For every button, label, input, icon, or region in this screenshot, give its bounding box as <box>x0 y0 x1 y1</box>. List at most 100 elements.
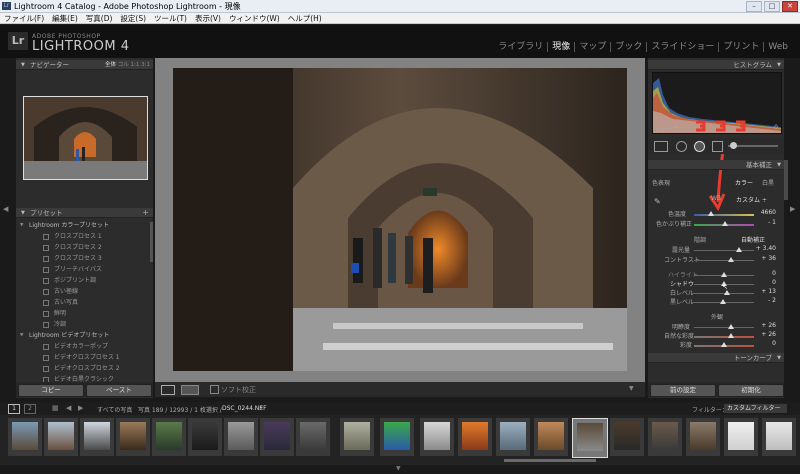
main-photo[interactable] <box>173 68 627 371</box>
filmstrip-cell[interactable] <box>116 418 150 456</box>
red-eye-icon[interactable] <box>694 141 705 152</box>
crop-icon[interactable] <box>654 141 668 152</box>
basic-header[interactable]: 基本補正 ▼ <box>648 160 784 170</box>
filmstrip-cell[interactable] <box>44 418 78 456</box>
filmstrip-cell[interactable] <box>80 418 114 456</box>
clarity-knob[interactable] <box>728 324 734 329</box>
temp-slider[interactable] <box>694 214 754 216</box>
preset-folder[interactable]: Lightroom ビデオプリセット <box>16 330 150 341</box>
paste-button[interactable]: ペースト <box>86 384 152 397</box>
histogram-header[interactable]: ヒストグラム ▼ <box>648 60 784 70</box>
filmstrip-cell[interactable] <box>8 418 42 456</box>
module-print[interactable]: プリント <box>719 42 765 52</box>
preset-item[interactable]: クロスプロセス 3 <box>16 253 150 264</box>
preset-item[interactable]: クロスプロセス 1 <box>16 231 150 242</box>
page-1-button[interactable]: 1 <box>8 404 20 414</box>
left-panel-toggle-icon[interactable]: ◀ <box>3 205 8 213</box>
close-icon[interactable]: ✕ <box>782 1 798 12</box>
treatment-bw[interactable]: 白黒 <box>762 178 774 187</box>
minimize-icon[interactable]: – <box>746 1 762 12</box>
tone-curve-header[interactable]: トーンカーブ ▼ <box>648 353 784 363</box>
filmstrip-cell[interactable] <box>762 418 796 456</box>
temp-knob[interactable] <box>708 211 714 216</box>
before-after-icon[interactable] <box>181 385 199 395</box>
saturation-value[interactable]: 0 <box>754 340 776 347</box>
filmstrip-cell-selected[interactable] <box>572 418 608 458</box>
preset-item[interactable]: クロスプロセス 2 <box>16 242 150 253</box>
preset-item[interactable]: ビデオカラーポップ <box>16 341 150 352</box>
zoom-fit[interactable]: 全体 <box>105 62 116 68</box>
page-2-button[interactable]: 2 <box>24 404 36 414</box>
filmstrip-source[interactable]: すべての写真 <box>97 405 132 414</box>
contrast-knob[interactable] <box>728 257 734 262</box>
filmstrip-cell[interactable] <box>648 418 682 456</box>
filmstrip-cell[interactable] <box>188 418 222 456</box>
filmstrip-scrollbar[interactable] <box>504 459 596 462</box>
exposure-slider[interactable] <box>694 250 754 251</box>
zoom-1to1[interactable]: 1:1 <box>131 62 140 68</box>
preset-item[interactable]: 冷調 <box>16 319 150 330</box>
reset-button[interactable]: 初期化 <box>718 384 784 397</box>
copy-button[interactable]: コピー <box>18 384 84 397</box>
vibrance-value[interactable]: + 26 <box>754 331 776 338</box>
filmstrip-cell[interactable] <box>686 418 720 456</box>
navigator-header[interactable]: ▼ ナビゲーター 全体 コル 1:1 3:1 <box>16 60 153 70</box>
preset-item[interactable]: ポジプリント調 <box>16 275 150 286</box>
preset-item[interactable]: 鮮明 <box>16 308 150 319</box>
filmstrip-cell[interactable] <box>260 418 294 456</box>
eyedropper-icon[interactable]: ✎ <box>654 197 661 206</box>
toolbar-menu-icon[interactable]: ▼ <box>629 385 634 392</box>
soft-proof-checkbox[interactable] <box>210 385 219 394</box>
contrast-slider[interactable] <box>694 260 754 261</box>
module-slideshow[interactable]: スライドショー <box>647 42 720 52</box>
contrast-value[interactable]: + 36 <box>754 255 776 262</box>
filmstrip-cell[interactable] <box>152 418 186 456</box>
grid-view-icon[interactable]: ▦ <box>52 404 59 412</box>
preset-item[interactable]: 古い写真 <box>16 297 150 308</box>
filmstrip-cell[interactable] <box>380 418 414 456</box>
filmstrip-cell[interactable] <box>724 418 758 456</box>
filter-dropdown[interactable]: カスタムフィルター <box>724 404 787 413</box>
preset-folder[interactable]: Lightroom カラープリセット <box>16 220 150 231</box>
module-develop[interactable]: 現像 <box>548 42 576 52</box>
preset-item[interactable]: ブリーチバイパス <box>16 264 150 275</box>
bottom-panel-toggle-icon[interactable]: ▼ <box>396 465 401 472</box>
filmstrip-cell[interactable] <box>224 418 258 456</box>
treatment-color[interactable]: カラー <box>735 178 753 187</box>
clarity-slider[interactable] <box>694 327 754 328</box>
menu-file[interactable]: ファイル(F) <box>4 13 44 23</box>
menu-view[interactable]: 表示(V) <box>195 13 221 23</box>
filmstrip-cell[interactable] <box>534 418 568 456</box>
filename-dropdown-icon[interactable]: ▾ <box>260 405 263 411</box>
back-arrow-icon[interactable]: ◀ <box>66 404 71 412</box>
module-library[interactable]: ライブラリ <box>494 42 549 52</box>
highlights-value[interactable]: 0 <box>754 270 776 277</box>
filmstrip-cell[interactable] <box>420 418 454 456</box>
menu-window[interactable]: ウィンドウ(W) <box>229 13 280 23</box>
filmstrip-cell[interactable] <box>296 418 330 456</box>
right-panel-scrollbar[interactable] <box>784 160 788 200</box>
loupe-view-icon[interactable] <box>161 385 175 395</box>
exposure-value[interactable]: + 3.40 <box>754 245 776 252</box>
presets-scrollbar[interactable] <box>150 222 153 262</box>
zoom-fill[interactable]: コル <box>118 62 129 68</box>
maximize-icon[interactable]: □ <box>764 1 780 12</box>
highlights-knob[interactable] <box>721 272 727 277</box>
zoom-other[interactable]: 3:1 <box>141 62 150 68</box>
whites-knob[interactable] <box>724 290 730 295</box>
exposure-knob[interactable] <box>736 247 742 252</box>
right-panel-toggle-icon[interactable]: ▶ <box>790 205 795 213</box>
menu-help[interactable]: ヘルプ(H) <box>288 13 322 23</box>
filmstrip-cell[interactable] <box>496 418 530 456</box>
menu-photo[interactable]: 写真(D) <box>86 13 113 23</box>
adjustment-brush-icon[interactable] <box>730 142 737 149</box>
module-book[interactable]: ブック <box>611 42 648 52</box>
module-web[interactable]: Web <box>764 42 792 52</box>
preset-item[interactable]: ビデオクロスプロセス 2 <box>16 363 150 374</box>
add-preset-icon[interactable]: + <box>142 208 149 218</box>
blacks-value[interactable]: - 2 <box>754 297 776 304</box>
forward-arrow-icon[interactable]: ▶ <box>78 404 83 412</box>
menu-tools[interactable]: ツール(T) <box>154 13 187 23</box>
saturation-knob[interactable] <box>721 342 727 347</box>
menu-settings[interactable]: 設定(S) <box>120 13 146 23</box>
